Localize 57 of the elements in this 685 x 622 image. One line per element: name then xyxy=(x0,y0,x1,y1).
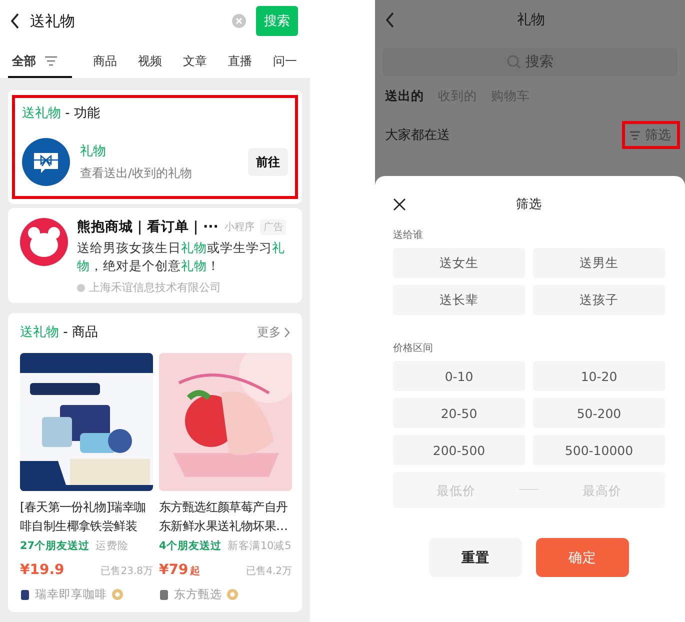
option-chip[interactable]: 送孩子 xyxy=(533,285,665,315)
sold-count: 已售4.2万 xyxy=(246,565,292,578)
group-label: 价格区间 xyxy=(393,342,434,355)
sold-count: 已售23.8万 xyxy=(100,565,153,578)
price-unit: 起 xyxy=(190,564,200,578)
option-chip[interactable]: 送女生 xyxy=(393,248,525,278)
company-icon xyxy=(77,284,85,292)
search-icon xyxy=(506,55,520,69)
tab[interactable]: 问一 xyxy=(273,48,297,78)
shop-icon xyxy=(20,588,30,600)
price: ¥19.9 xyxy=(20,562,64,578)
go-button[interactable]: 前往 xyxy=(248,148,288,176)
ad-description: 送给男孩女孩生日礼物或学生学习礼物，绝对是个创意礼物！ xyxy=(77,239,286,275)
tab[interactable]: 商品 xyxy=(93,48,117,78)
feature-description: 查看送出/收到的礼物 xyxy=(80,165,192,182)
section-heading: 送礼物 - 功能 xyxy=(22,105,101,122)
product-title[interactable]: 东方甄选红颜草莓产自丹东新鲜水果送礼物坏果… xyxy=(159,498,292,536)
section-title: 大家都在送 xyxy=(385,127,450,144)
option-chip[interactable]: 0-10 xyxy=(393,361,525,391)
promo-tag: 新客满10减5 xyxy=(227,539,292,553)
option-chip[interactable]: 50-200 xyxy=(533,398,665,428)
friends-count: 4个朋友送过 xyxy=(159,539,222,553)
search-field[interactable]: 送礼物 xyxy=(30,12,222,30)
bear-logo-icon xyxy=(20,218,68,266)
company-name: 上海禾谊信息技术有限公司 xyxy=(89,280,221,295)
chevron-right-icon[interactable] xyxy=(284,326,290,338)
option-chip[interactable]: 200-500 xyxy=(393,435,525,465)
friends-count: 27个朋友送过 xyxy=(20,539,90,553)
promo-tag: 运费险 xyxy=(96,539,129,553)
shop-icon xyxy=(159,588,169,600)
option-chip[interactable]: 500-10000 xyxy=(533,435,665,465)
gift-message-icon xyxy=(22,138,70,186)
option-chip[interactable]: 送男生 xyxy=(533,248,665,278)
filter-icon[interactable] xyxy=(629,130,641,140)
reset-button[interactable]: 重置 xyxy=(429,538,522,577)
product-title[interactable]: [春天第一份礼物]瑞幸咖啡自制生椰拿铁尝鲜装 xyxy=(20,498,153,536)
price: ¥79 xyxy=(159,562,188,578)
sheet-title: 筛选 xyxy=(516,196,542,212)
tab[interactable]: 直播 xyxy=(228,48,252,78)
option-chip[interactable]: 10-20 xyxy=(533,361,665,391)
app-name[interactable]: 熊抱商城｜看订单｜··· xyxy=(77,218,218,236)
medal-icon xyxy=(227,589,238,600)
page-title: 礼物 xyxy=(517,11,545,29)
back-icon[interactable] xyxy=(10,12,20,30)
section-heading: 送礼物 - 商品 xyxy=(20,324,98,341)
tab[interactable]: 送出的 xyxy=(385,88,424,110)
close-icon[interactable] xyxy=(393,198,406,210)
filter-icon[interactable] xyxy=(44,55,58,67)
medal-icon xyxy=(112,589,123,600)
option-chip[interactable]: 20-50 xyxy=(393,398,525,428)
tab[interactable]: 视频 xyxy=(138,48,162,78)
group-label: 送给谁 xyxy=(393,228,424,242)
app-type: 小程序 xyxy=(224,220,254,234)
tab[interactable]: 文章 xyxy=(183,48,207,78)
more-link[interactable]: 更多 xyxy=(257,324,290,340)
option-chip[interactable]: 送长辈 xyxy=(393,285,525,315)
tab[interactable]: 全部 xyxy=(8,48,72,78)
